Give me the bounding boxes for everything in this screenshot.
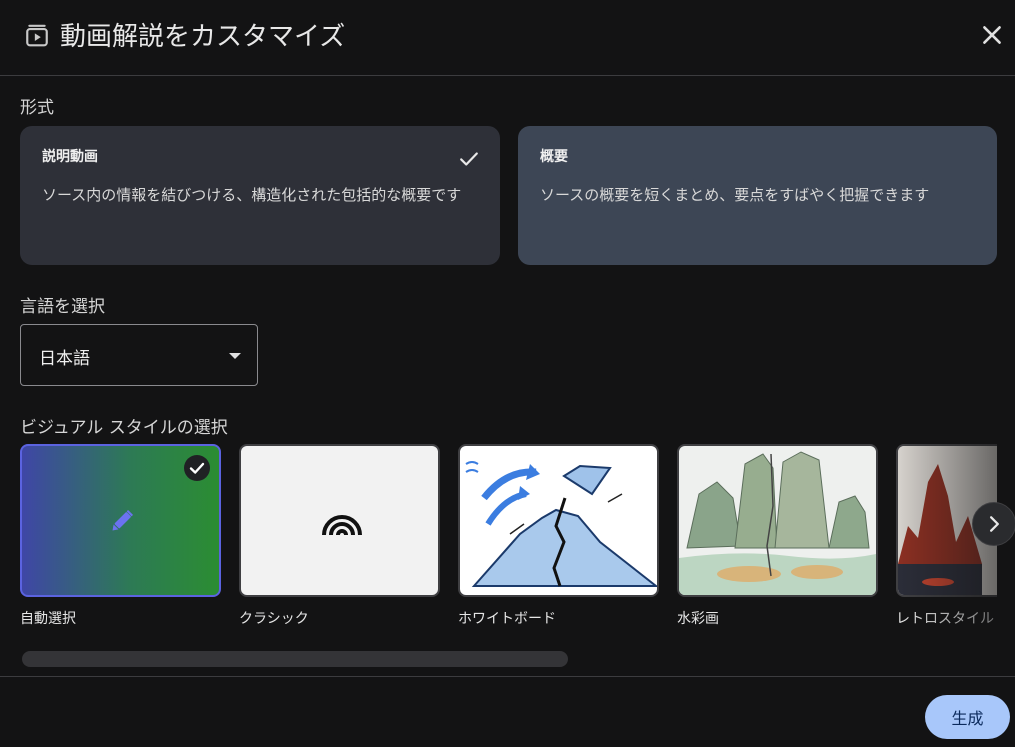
check-icon xyxy=(460,152,478,166)
style-option-auto[interactable]: 自動選択 xyxy=(20,444,221,628)
generate-button[interactable]: 生成 xyxy=(925,695,1010,739)
arcs-logo-icon xyxy=(322,515,362,536)
check-circle-icon xyxy=(184,455,210,481)
whiteboard-image xyxy=(465,461,657,587)
format-option-name: 説明動画 xyxy=(42,149,98,165)
chevron-right-icon xyxy=(989,516,999,532)
style-option-label: 水彩画 xyxy=(677,611,719,627)
format-option-brief[interactable]: 概要 ソースの概要を短くまとめ、要点をすばやく把握できます xyxy=(518,126,997,265)
carousel-next-button[interactable] xyxy=(972,502,1015,546)
style-thumbnail xyxy=(239,444,440,597)
format-label: 形式 xyxy=(20,98,54,118)
language-select[interactable]: 日本語 xyxy=(20,324,258,386)
style-option-whiteboard[interactable]: ホワイトボード xyxy=(458,444,659,628)
style-option-label: 自動選択 xyxy=(20,611,76,627)
style-thumbnail xyxy=(20,444,221,597)
format-option-explainer[interactable]: 説明動画 ソース内の情報を結びつける、構造化された包括的な概要です xyxy=(20,126,500,265)
dialog-title: 動画解説をカスタマイズ xyxy=(60,22,346,52)
style-option-label: クラシック xyxy=(239,611,309,627)
video-play-icon xyxy=(26,24,48,47)
style-option-label: レトロスタイル xyxy=(896,611,994,627)
visual-style-label: ビジュアル スタイルの選択 xyxy=(20,418,228,438)
style-thumbnail xyxy=(677,444,878,597)
style-option-classic[interactable]: クラシック xyxy=(239,444,440,628)
watercolor-image xyxy=(679,451,876,595)
footer-divider xyxy=(0,676,1015,677)
visual-style-carousel: 自動選択 クラシック ホワイトボード 水彩画 レトロスタイル xyxy=(20,444,997,672)
format-option-name: 概要 xyxy=(540,149,568,165)
close-icon[interactable] xyxy=(979,22,1005,48)
dialog-header: 動画解説をカスタマイズ xyxy=(0,0,1015,76)
language-value: 日本語 xyxy=(39,349,90,369)
style-option-label: ホワイトボード xyxy=(458,611,556,627)
style-option-watercolor[interactable]: 水彩画 xyxy=(677,444,878,628)
format-option-description: ソースの概要を短くまとめ、要点をすばやく把握できます xyxy=(540,186,930,204)
style-thumbnail xyxy=(458,444,659,597)
language-label: 言語を選択 xyxy=(20,297,105,317)
format-option-description: ソース内の情報を結びつける、構造化された包括的な概要です xyxy=(42,186,462,204)
horizontal-scrollbar[interactable] xyxy=(22,651,568,667)
dropdown-arrow-icon xyxy=(229,353,241,359)
